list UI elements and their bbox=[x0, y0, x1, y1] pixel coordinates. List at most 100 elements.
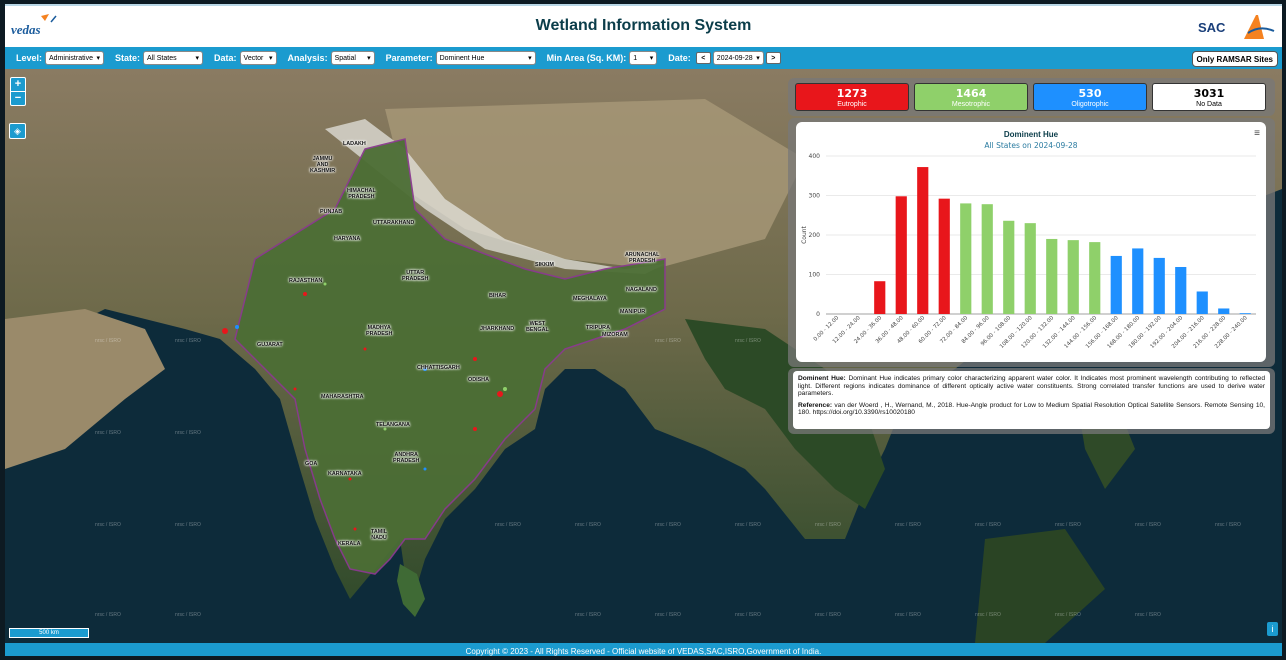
state-value: All States bbox=[147, 54, 177, 62]
chart-bar[interactable] bbox=[1067, 240, 1079, 314]
summary-panel: 1273 Eutrophic 1464 Mesotrophic 530 Olig… bbox=[788, 78, 1275, 116]
map-watermark: nrsc / ISRO bbox=[1055, 612, 1081, 618]
map-watermark: nrsc / ISRO bbox=[495, 522, 521, 528]
page-title: Wetland Information System bbox=[535, 17, 752, 34]
date-select[interactable]: 2024-09-28 ▾ bbox=[712, 51, 764, 65]
map-watermark: nrsc / ISRO bbox=[175, 338, 201, 344]
filter-toolbar: Level: Administrative ▾ State: All States… bbox=[5, 47, 1282, 69]
app-header: vedas Wetland Information System SAC bbox=[5, 4, 1282, 48]
chart-bar[interactable] bbox=[960, 203, 972, 314]
min-area-select[interactable]: 1 ▾ bbox=[629, 51, 658, 65]
analysis-value: Spatial bbox=[334, 54, 356, 62]
mesotrophic-card[interactable]: 1464 Mesotrophic bbox=[914, 83, 1028, 111]
chart-bar[interactable] bbox=[1218, 308, 1230, 314]
zoom-out-button[interactable]: − bbox=[11, 92, 25, 105]
chart-bar[interactable] bbox=[874, 281, 886, 314]
chart-bar[interactable] bbox=[917, 167, 929, 314]
no-data-card[interactable]: 3031 No Data bbox=[1152, 83, 1266, 111]
zoom-control: + − bbox=[10, 77, 26, 106]
sac-isro-logo[interactable]: SAC bbox=[1198, 11, 1276, 43]
map-watermark: nrsc / ISRO bbox=[1135, 612, 1161, 618]
map-watermark: nrsc / ISRO bbox=[1055, 522, 1081, 528]
oligotrophic-label: Oligotrophic bbox=[1071, 101, 1109, 108]
chevron-down-icon: ▾ bbox=[367, 55, 371, 62]
info-icon[interactable]: i bbox=[1267, 622, 1278, 636]
chevron-down-icon: ▾ bbox=[649, 55, 654, 62]
map-watermark: nrsc / ISRO bbox=[575, 612, 601, 618]
state-label: State: bbox=[115, 53, 141, 63]
state-select[interactable]: All States ▾ bbox=[143, 51, 204, 65]
state-label-bihar: BIHAR bbox=[489, 293, 507, 299]
oligotrophic-card[interactable]: 530 Oligotrophic bbox=[1033, 83, 1147, 111]
prev-date-button[interactable]: < bbox=[695, 52, 711, 64]
description-box: Dominent Hue: Dominant Hue indicates pri… bbox=[793, 371, 1270, 429]
analysis-select[interactable]: Spatial ▾ bbox=[330, 51, 375, 65]
eutrophic-count: 1273 bbox=[836, 87, 868, 100]
no-data-count: 3031 bbox=[1193, 87, 1225, 100]
map-watermark: nrsc / ISRO bbox=[815, 522, 841, 528]
map-watermark: nrsc / ISRO bbox=[1135, 522, 1161, 528]
chart-bar[interactable] bbox=[1089, 242, 1101, 314]
map-watermark: nrsc / ISRO bbox=[975, 522, 1001, 528]
min-area-label: Min Area (Sq. KM): bbox=[546, 53, 627, 63]
level-label: Level: bbox=[16, 53, 43, 63]
map-watermark: nrsc / ISRO bbox=[575, 522, 601, 528]
state-label-goa: GOA bbox=[305, 461, 318, 467]
chart-bar[interactable] bbox=[1153, 257, 1165, 314]
state-label-sikkim: SIKKIM bbox=[535, 262, 554, 268]
date-value: 2024-09-28 bbox=[716, 54, 753, 62]
description-paragraph: Dominent Hue: Dominant Hue indicates pri… bbox=[798, 375, 1265, 398]
ramsar-sites-button[interactable]: Only RAMSAR Sites bbox=[1191, 51, 1278, 67]
page-footer: Copyright © 2023 - All Rights Reserved -… bbox=[5, 643, 1282, 656]
state-label-arunachal: ARUNACHAL PRADESH bbox=[625, 252, 660, 264]
chart-bar[interactable] bbox=[981, 204, 993, 314]
state-label-punjab: PUNJAB bbox=[320, 209, 343, 215]
chart-bar[interactable] bbox=[1110, 255, 1122, 314]
map-watermark: nrsc / ISRO bbox=[95, 338, 121, 344]
description-term: Dominent Hue: bbox=[798, 375, 846, 382]
state-label-jharkhand: JHARKHAND bbox=[480, 326, 515, 332]
state-label-jammu-kashmir: JAMMU AND KASHMIR bbox=[310, 156, 336, 174]
zoom-in-button[interactable]: + bbox=[11, 78, 25, 92]
state-label-tamil-nadu: TAMIL NADU bbox=[371, 529, 388, 541]
chart-bar[interactable] bbox=[1196, 291, 1208, 314]
eutrophic-card[interactable]: 1273 Eutrophic bbox=[795, 83, 909, 111]
map-watermark: nrsc / ISRO bbox=[975, 612, 1001, 618]
chart-bar[interactable] bbox=[1239, 313, 1251, 314]
next-date-button[interactable]: > bbox=[765, 52, 781, 64]
chart-bar[interactable] bbox=[938, 198, 950, 314]
chart-bar[interactable] bbox=[1003, 220, 1015, 314]
chart-bar[interactable] bbox=[895, 196, 907, 314]
data-select[interactable]: Vector ▾ bbox=[239, 51, 277, 65]
oligotrophic-count: 530 bbox=[1078, 87, 1102, 100]
state-label-odisha: ODISHA bbox=[468, 377, 489, 383]
min-area-value: 1 bbox=[633, 54, 638, 62]
data-value: Vector bbox=[243, 54, 264, 62]
map-watermark: nrsc / ISRO bbox=[735, 612, 761, 618]
y-axis-title: Count bbox=[801, 225, 808, 243]
state-label-nagaland: NAGALAND bbox=[626, 287, 657, 293]
data-label: Data: bbox=[214, 53, 237, 63]
level-select[interactable]: Administrative ▾ bbox=[45, 51, 105, 65]
chart-bar[interactable] bbox=[1132, 248, 1144, 314]
chart-panel: Dominent Hue All States on 2024-09-28 ≡ … bbox=[788, 118, 1275, 367]
analysis-label: Analysis: bbox=[287, 53, 328, 63]
chart-bar[interactable] bbox=[1046, 238, 1058, 314]
reference-label: Reference: bbox=[798, 401, 833, 409]
mesotrophic-count: 1464 bbox=[955, 87, 987, 100]
state-label-telangana: TELANGANA bbox=[376, 422, 410, 428]
map-watermark: nrsc / ISRO bbox=[895, 522, 921, 528]
state-label-andhra-pradesh: ANDHRA PRADESH bbox=[393, 452, 420, 464]
state-label-ladakh: LADAKH bbox=[343, 141, 366, 147]
layers-icon[interactable]: ◈ bbox=[9, 123, 26, 139]
chart-bar[interactable] bbox=[1024, 223, 1036, 314]
chart-container: Dominent Hue All States on 2024-09-28 ≡ … bbox=[796, 122, 1266, 362]
map-watermark: nrsc / ISRO bbox=[95, 522, 121, 528]
map-watermark: nrsc / ISRO bbox=[655, 522, 681, 528]
map-watermark: nrsc / ISRO bbox=[175, 430, 201, 436]
map-watermark: nrsc / ISRO bbox=[655, 338, 681, 344]
parameter-select[interactable]: Dominent Hue ▾ bbox=[435, 51, 536, 65]
chart-bar[interactable] bbox=[1175, 266, 1187, 314]
mesotrophic-label: Mesotrophic bbox=[951, 101, 991, 108]
state-label-meghalaya: MEGHALAYA bbox=[573, 296, 607, 302]
